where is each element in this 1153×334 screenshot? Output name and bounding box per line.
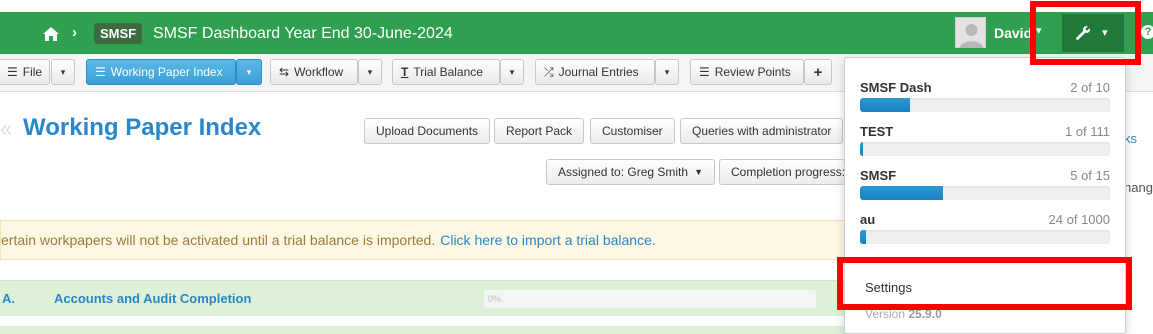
page-context-title[interactable]: SMSF Dashboard Year End 30-June-2024 [153, 24, 453, 44]
section-label[interactable]: Accounts and Audit Completion [54, 291, 251, 306]
job-progress-fill [860, 98, 910, 112]
job-progress-track [860, 142, 1110, 156]
shuffle-icon: ⤮ [544, 64, 554, 79]
review-points-label: Review Points [714, 65, 791, 79]
completion-progress-dropdown[interactable]: Completion progress: [719, 159, 845, 185]
job-progress-fill [860, 230, 866, 244]
workflow-button[interactable]: ⇆ Workflow [270, 59, 358, 85]
user-avatar-icon [960, 24, 983, 48]
job-name: SMSF Dash [860, 80, 932, 95]
queries-with-administrator-button[interactable]: Queries with administrator [680, 118, 844, 144]
text-t-icon: T [401, 65, 409, 79]
help-icon[interactable]: ? [1141, 25, 1153, 39]
assigned-caret-icon: ▼ [694, 167, 703, 177]
job-progress-track [860, 98, 1110, 112]
list-icon: ☰ [95, 65, 106, 79]
collapse-chevron-icon[interactable]: « [0, 116, 12, 142]
upload-documents-button[interactable]: Upload Documents [364, 118, 491, 144]
journal-entries-caret[interactable]: ▾ [655, 59, 679, 85]
highlight-box-settings [837, 257, 1132, 310]
trial-balance-warning-alert: ertain workpapers will not be activated … [0, 220, 860, 260]
list-icon: ☰ [699, 65, 710, 79]
alert-text: ertain workpapers will not be activated … [1, 232, 436, 248]
trial-balance-caret[interactable]: ▾ [500, 59, 524, 85]
customiser-button[interactable]: Customiser [590, 118, 675, 144]
trial-balance-label: Trial Balance [413, 65, 483, 79]
user-name-menu[interactable]: David [994, 25, 1032, 41]
job-name: SMSF [860, 168, 897, 183]
review-points-button[interactable]: ☰ Review Points [690, 59, 804, 85]
working-paper-index-button[interactable]: ☰ Working Paper Index [86, 59, 236, 85]
working-paper-index-caret[interactable]: ▾ [236, 59, 262, 85]
trial-balance-button[interactable]: T Trial Balance [392, 59, 500, 85]
job-progress-fill [860, 186, 943, 200]
add-button[interactable]: + [804, 59, 832, 85]
job-count: 1 of 111 [1064, 124, 1110, 139]
page-title: Working Paper Index [23, 114, 262, 141]
import-trial-balance-link[interactable]: Click here to import a trial balance. [440, 232, 656, 248]
journal-entries-label: Journal Entries [558, 65, 639, 79]
avatar[interactable] [955, 17, 986, 48]
side-text-partial: hang [1124, 180, 1153, 195]
file-menu-button[interactable]: ☰ File [0, 59, 50, 85]
highlight-box-tools [1030, 1, 1141, 65]
section-progress-text: 0% [488, 294, 502, 304]
home-icon[interactable] [42, 26, 60, 42]
file-menu-caret[interactable]: ▾ [51, 59, 75, 85]
section-number: A. [2, 291, 15, 306]
section-progress-bar: 0% [484, 290, 816, 308]
app-page: › SMSF SMSF Dashboard Year End 30-June-2… [0, 0, 1153, 334]
assigned-to-dropdown[interactable]: Assigned to: Greg Smith ▼ [546, 159, 715, 185]
workflow-label: Workflow [294, 65, 344, 79]
journal-entries-button[interactable]: ⤮ Journal Entries [535, 59, 655, 85]
job-name: au [860, 212, 876, 227]
job-progress-fill [860, 142, 863, 156]
job-count: 5 of 15 [1070, 168, 1110, 183]
job-count: 24 of 1000 [1048, 212, 1110, 227]
list-icon: ☰ [7, 65, 18, 79]
job-progress-track [860, 186, 1110, 200]
entity-type-badge: SMSF [94, 23, 143, 44]
breadcrumb-separator-icon: › [72, 24, 77, 41]
job-name: TEST [860, 124, 894, 139]
working-paper-index-label: Working Paper Index [110, 65, 223, 79]
completion-progress-label: Completion progress: [731, 165, 846, 179]
job-progress-track [860, 230, 1110, 244]
section-row-next [0, 326, 860, 334]
retweet-icon: ⇆ [279, 65, 290, 79]
assigned-to-label: Assigned to: Greg Smith [558, 165, 689, 179]
section-row-a[interactable]: A. Accounts and Audit Completion 0% [0, 280, 860, 316]
job-count: 2 of 10 [1070, 80, 1110, 95]
file-menu-label: File [22, 65, 43, 79]
workflow-caret[interactable]: ▾ [358, 59, 382, 85]
report-pack-button[interactable]: Report Pack [494, 118, 585, 144]
top-strip [0, 0, 1153, 12]
top-navbar: › SMSF SMSF Dashboard Year End 30-June-2… [0, 12, 1153, 54]
